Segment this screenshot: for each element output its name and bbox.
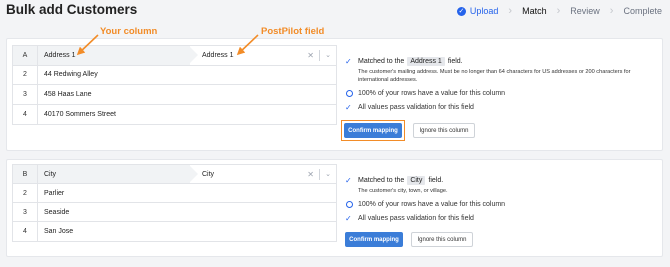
highlight-box: Confirm mapping	[341, 120, 405, 142]
step-label: Complete	[623, 6, 662, 16]
your-column-name: City	[38, 165, 199, 183]
matched-suffix: field.	[447, 58, 463, 65]
row-number: 2	[13, 184, 38, 202]
page-title: Bulk add Customers	[6, 2, 138, 17]
annotation-postpilot-field: PostPilot field	[261, 26, 325, 37]
chevron-down-icon[interactable]: ⌄	[325, 51, 331, 59]
field-select-value: City	[202, 170, 215, 178]
row-number: 4	[13, 104, 38, 124]
step-label: Upload	[469, 6, 499, 16]
matched-line: ✓ Matched to the Address 1 field.	[345, 57, 660, 66]
stat-rows-text: 100% of your rows have a value for this …	[358, 90, 506, 98]
page-header: Bulk add Customers ✓ Upload › Match › Re…	[0, 0, 670, 22]
column-preview-table: B City City ✕ ⌄ 2 Parlier 3 Seaside 4 Sa…	[12, 164, 337, 242]
circle-icon	[346, 90, 353, 98]
field-select-value: Address 1	[202, 51, 234, 59]
column-letter: B	[13, 165, 38, 183]
stat-valid-text: All values pass validation for this fiel…	[358, 104, 474, 112]
stat-valid: ✓ All values pass validation for this fi…	[345, 103, 660, 112]
column-header-row: B City City ✕ ⌄	[13, 165, 336, 184]
row-number: 2	[13, 65, 38, 84]
your-column-name: Address 1	[38, 46, 199, 65]
field-description: The customer's city, town, or village.	[358, 188, 448, 194]
row-value: 40170 Sommers Street	[44, 110, 116, 118]
confirm-mapping-button[interactable]: Confirm mapping	[345, 232, 403, 248]
matched-field-tag: Address 1	[407, 57, 445, 66]
mapping-details: ✓ Matched to the City field. The custome…	[345, 176, 660, 248]
table-row: 2 Parlier	[13, 184, 336, 203]
select-divider	[319, 50, 320, 61]
field-select[interactable]: City ✕ ⌄	[190, 165, 336, 183]
matched-prefix: Matched to the	[358, 58, 405, 65]
progress-steps: ✓ Upload › Match › Review › Complete	[456, 5, 662, 17]
stat-valid-text: All values pass validation for this fiel…	[358, 215, 474, 223]
ignore-column-button[interactable]: Ignore this column	[413, 123, 475, 139]
chevron-right-icon: ›	[556, 5, 561, 17]
check-icon: ✓	[345, 103, 352, 113]
step-complete[interactable]: Complete	[623, 6, 662, 16]
matched-line: ✓ Matched to the City field.	[345, 176, 660, 185]
column-letter: A	[13, 46, 38, 65]
mapping-details: ✓ Matched to the Address 1 field. The cu…	[341, 57, 660, 142]
row-number: 3	[13, 85, 38, 104]
check-icon: ✓	[345, 57, 352, 66]
stat-valid: ✓ All values pass validation for this fi…	[345, 214, 660, 223]
circle-icon	[346, 201, 353, 209]
annotation-your-column: Your column	[100, 26, 158, 37]
step-review[interactable]: Review	[570, 6, 600, 16]
stat-rows: 100% of your rows have a value for this …	[345, 90, 660, 98]
column-header-row: A Address 1 Address 1 ✕ ⌄	[13, 46, 336, 66]
action-buttons: Confirm mapping Ignore this column	[345, 232, 660, 248]
row-value: 44 Redwing Alley	[44, 71, 98, 79]
chevron-down-icon[interactable]: ⌄	[325, 170, 331, 178]
close-icon[interactable]: ✕	[307, 51, 314, 60]
check-icon: ✓	[345, 176, 352, 185]
step-label: Review	[570, 6, 600, 16]
row-number: 4	[13, 222, 38, 241]
table-row: 2 44 Redwing Alley	[13, 65, 336, 85]
mapping-card-city: B City City ✕ ⌄ 2 Parlier 3 Seaside 4 Sa…	[6, 159, 663, 257]
select-divider	[319, 169, 320, 180]
stat-rows: 100% of your rows have a value for this …	[345, 201, 660, 209]
check-icon: ✓	[345, 214, 352, 224]
row-value: 458 Haas Lane	[44, 90, 92, 98]
table-row: 3 Seaside	[13, 203, 336, 222]
row-number: 3	[13, 203, 38, 221]
check-circle-icon: ✓	[456, 6, 466, 16]
row-value: Parlier	[44, 189, 65, 197]
close-icon[interactable]: ✕	[307, 170, 314, 179]
field-select[interactable]: Address 1 ✕ ⌄	[190, 46, 336, 65]
table-row: 3 458 Haas Lane	[13, 85, 336, 105]
row-value: San Jose	[44, 228, 74, 235]
matched-field-tag: City	[407, 176, 426, 185]
row-value: Seaside	[44, 208, 70, 216]
field-description: The customer's mailing address. Must be …	[358, 69, 631, 84]
ignore-column-button[interactable]: Ignore this column	[411, 232, 473, 248]
matched-prefix: Matched to the	[358, 177, 405, 184]
table-row: 4 San Jose	[13, 222, 336, 241]
column-preview-table: A Address 1 Address 1 ✕ ⌄ 2 44 Redwing A…	[12, 45, 337, 125]
stat-rows-text: 100% of your rows have a value for this …	[358, 201, 506, 209]
action-buttons: Confirm mapping Ignore this column	[341, 120, 660, 142]
confirm-mapping-button[interactable]: Confirm mapping	[344, 123, 402, 139]
chevron-right-icon: ›	[508, 5, 513, 17]
table-row: 4 40170 Sommers Street	[13, 104, 336, 124]
step-match[interactable]: Match	[522, 6, 547, 16]
matched-suffix: field.	[428, 177, 444, 184]
step-upload[interactable]: ✓ Upload	[456, 6, 499, 16]
chevron-right-icon: ›	[609, 5, 614, 17]
mapping-card-address: A Address 1 Address 1 ✕ ⌄ 2 44 Redwing A…	[6, 38, 663, 151]
step-label: Match	[522, 6, 547, 16]
